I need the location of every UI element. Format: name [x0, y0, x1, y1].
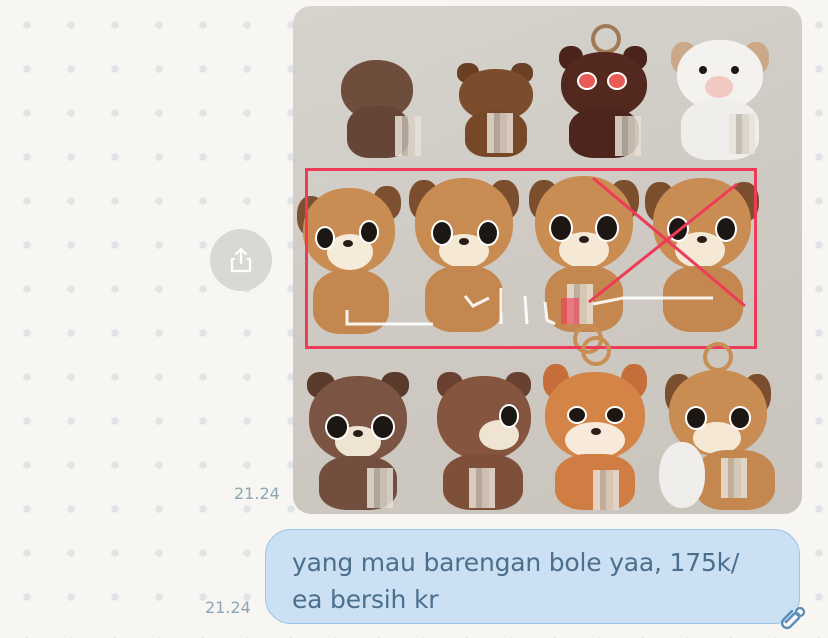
- plush-toy: [659, 342, 785, 512]
- message-line-1: yang mau barengan bole yaa, 175k/: [292, 548, 740, 577]
- incoming-timestamp: 21.24: [234, 484, 280, 503]
- share-icon: [230, 247, 252, 273]
- plush-toy: [539, 336, 651, 512]
- outgoing-timestamp: 21.24: [205, 598, 251, 617]
- message-line-2: ea bersih kr: [292, 585, 439, 614]
- outgoing-message-bubble[interactable]: yang mau barengan bole yaa, 175k/ ea ber…: [265, 529, 800, 624]
- paperclip-icon: [780, 606, 806, 630]
- photo-message[interactable]: [293, 6, 802, 514]
- plush-toy: [429, 368, 539, 512]
- share-button[interactable]: [210, 229, 272, 291]
- plush-toy: [303, 364, 413, 512]
